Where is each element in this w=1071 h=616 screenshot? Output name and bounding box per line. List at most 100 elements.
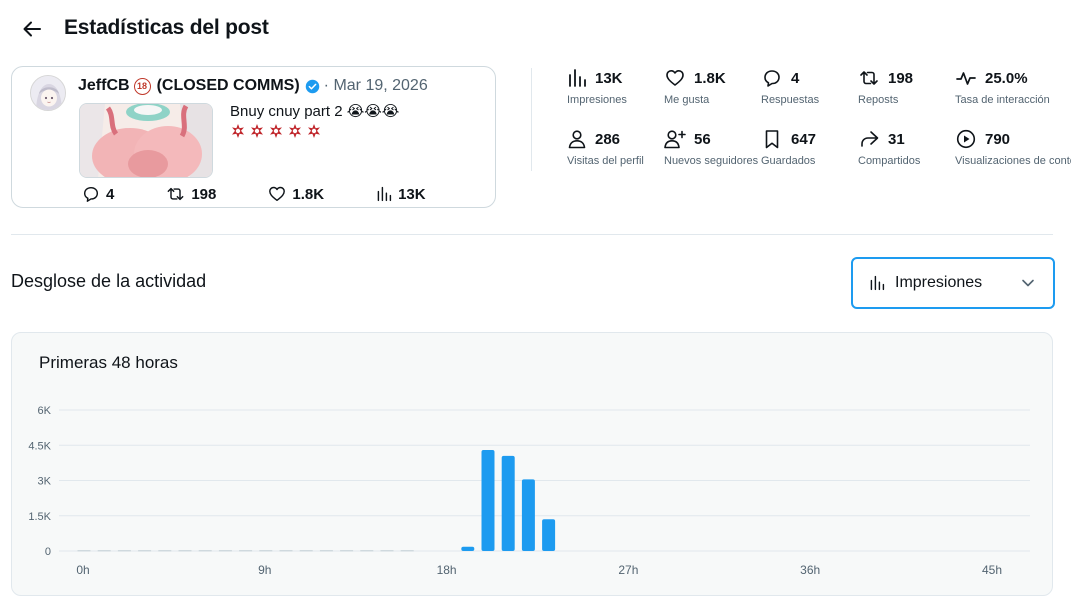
views-button[interactable]: 13K — [376, 185, 426, 203]
pulse-icon — [956, 72, 976, 85]
author-suffix: (CLOSED COMMS) — [156, 77, 300, 94]
likes-button[interactable]: 1.8K — [268, 185, 324, 203]
metric-value: 286 — [595, 130, 621, 148]
anger-emoji-icon — [251, 124, 263, 138]
metric-value: 647 — [791, 130, 817, 148]
bar-chart-icon — [569, 69, 586, 87]
metric-select-dropdown[interactable]: Impresiones — [851, 257, 1055, 309]
person-add-icon — [664, 130, 686, 149]
vertical-divider — [531, 68, 532, 171]
repost-icon — [860, 71, 878, 85]
x-tick-label: 0h — [76, 563, 89, 577]
bar-chart-icon — [377, 186, 392, 202]
impressions-bar-chart: 0 1.5K 3K 4.5K 6K 0h 9h 18h 27h 36h 45h — [28, 405, 1030, 577]
chart-bar-empty — [299, 550, 313, 552]
y-tick-label: 6K — [38, 405, 52, 417]
verified-badge-icon — [305, 79, 320, 94]
avatar[interactable] — [30, 75, 66, 111]
x-tick-label: 36h — [800, 563, 820, 577]
chart-bar-empty — [117, 550, 131, 552]
post-text-line: Bnuy cnuy part 2 😭😭😭 — [230, 103, 400, 120]
chart-card: Primeras 48 horas 0 1.5K 3K 4.5K 6K 0h 9h 18h 27… — [11, 332, 1053, 596]
post-date[interactable]: · Mar 19, 2026 — [324, 77, 428, 95]
chart-bar-empty — [340, 550, 354, 552]
back-button[interactable] — [16, 12, 48, 46]
metric-value: 56 — [694, 130, 711, 148]
metric-value: 1.8K — [694, 69, 726, 87]
anger-emoji-icon — [308, 124, 320, 138]
chart-bar[interactable] — [461, 546, 475, 551]
play-icon — [956, 129, 976, 149]
chart-bar-empty — [400, 550, 414, 552]
metric-value: 790 — [985, 130, 1011, 148]
chart-bar-empty — [319, 550, 333, 552]
chart-bar-empty — [360, 550, 374, 552]
metric-value: 198 — [888, 69, 914, 87]
chart-bar-empty — [158, 550, 172, 552]
page-title: Estadísticas del post — [64, 16, 269, 39]
metric-media-views[interactable]: 790 Visualizaciones de contenido multime… — [955, 129, 1071, 167]
chart-bar-empty — [259, 550, 273, 552]
age-restricted-icon: 18 — [133, 77, 151, 95]
anger-emoji-icon — [232, 124, 244, 138]
chart-bar-empty — [279, 550, 293, 552]
x-tick-label: 18h — [437, 563, 457, 577]
chart-bar-empty — [198, 550, 212, 552]
chart-bar[interactable] — [481, 449, 495, 551]
chart-bar-empty — [138, 550, 152, 552]
metric-value: 25.0% — [985, 69, 1028, 87]
chart-bar[interactable] — [521, 479, 535, 551]
y-tick-label: 1.5K — [28, 511, 51, 523]
x-tick-label: 9h — [258, 563, 271, 577]
chart-bar-empty — [77, 550, 91, 552]
post-text: Bnuy cnuy part 2 😭😭😭 — [230, 103, 430, 139]
horizontal-divider — [11, 234, 1053, 235]
views-count: 13K — [398, 185, 426, 203]
post-stats-bar: 4 198 1.8K 13K — [82, 185, 478, 203]
metric-value: 13K — [595, 69, 623, 87]
likes-count: 1.8K — [292, 185, 325, 203]
bookmark-icon — [765, 130, 779, 149]
reply-icon — [83, 186, 99, 202]
author-name[interactable]: JeffCB — [78, 77, 130, 95]
chart-bar-empty — [178, 550, 192, 552]
chart-bar-empty — [97, 550, 111, 552]
x-tick-label: 45h — [982, 563, 1002, 577]
author-line: JeffCB 18 (CLOSED COMMS) · Mar 19, 2026 — [78, 77, 428, 95]
y-tick-label: 4.5K — [28, 440, 51, 452]
heart-icon — [666, 70, 684, 86]
metric-value: 31 — [888, 130, 905, 148]
chart-bar-empty — [239, 550, 253, 552]
reply-icon — [764, 70, 780, 87]
chart-bar[interactable] — [542, 519, 556, 551]
chevron-down-icon — [1021, 276, 1035, 295]
chart-bar-empty — [380, 550, 394, 552]
activity-section-title: Desglose de la actividad — [11, 271, 207, 291]
heart-icon — [269, 186, 286, 202]
page-header: Estadísticas del post — [0, 0, 1071, 58]
post-media-thumbnail[interactable] — [79, 103, 213, 178]
person-icon — [568, 130, 586, 149]
metric-label: Visualizaciones de contenido multimedia — [955, 155, 1071, 167]
chart-bar-empty — [218, 550, 232, 552]
post-card[interactable]: JeffCB 18 (CLOSED COMMS) · Mar 19, 2026 … — [11, 66, 496, 208]
y-tick-label: 3K — [38, 476, 52, 488]
replies-button[interactable]: 4 — [82, 185, 114, 203]
anger-emoji-icon — [270, 124, 282, 138]
x-tick-label: 27h — [618, 563, 638, 577]
metric-engagement-rate[interactable]: 25.0% Tasa de interacción — [955, 68, 1065, 107]
dropdown-selected-value: Impresiones — [895, 274, 983, 291]
reposts-button[interactable]: 198 — [166, 185, 216, 203]
share-icon — [861, 131, 879, 147]
chart-bar[interactable] — [501, 455, 515, 551]
y-tick-label: 0 — [45, 546, 51, 558]
anger-emoji-row — [230, 123, 430, 139]
repost-icon — [167, 187, 184, 201]
metric-value: 4 — [791, 69, 800, 87]
metric-label: Tasa de interacción — [955, 94, 1050, 106]
bar-chart-icon — [869, 275, 885, 291]
arrow-left-icon — [23, 21, 41, 37]
replies-count: 4 — [106, 185, 115, 203]
reposts-count: 198 — [191, 185, 217, 203]
anger-emoji-icon — [289, 124, 301, 138]
